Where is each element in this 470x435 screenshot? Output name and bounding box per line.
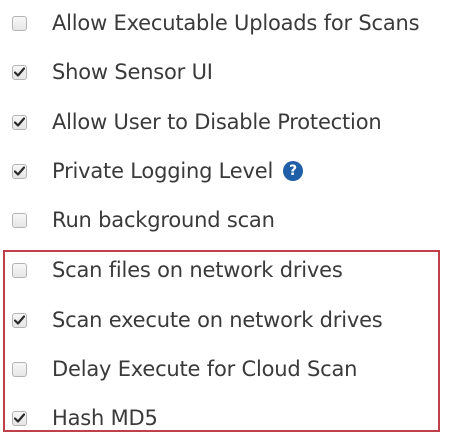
checkbox[interactable]	[12, 212, 27, 228]
checkbox[interactable]	[12, 15, 27, 31]
option-allow-disable-protection[interactable]: Allow User to Disable Protection	[12, 107, 382, 137]
option-run-background-scan[interactable]: Run background scan	[12, 205, 275, 235]
help-icon[interactable]: ?	[283, 161, 304, 181]
option-label: Run background scan	[52, 208, 275, 232]
option-label: Show Sensor UI	[52, 60, 213, 84]
option-private-logging-level[interactable]: Private Logging Level ?	[12, 156, 304, 186]
option-show-sensor-ui[interactable]: Show Sensor UI	[12, 57, 213, 87]
checkmark-icon	[14, 117, 25, 127]
option-label: Private Logging Level	[52, 159, 274, 183]
checkbox[interactable]	[12, 114, 27, 130]
checkbox[interactable]	[12, 163, 27, 179]
checkbox[interactable]	[12, 64, 27, 80]
option-label: Allow Executable Uploads for Scans	[52, 11, 420, 35]
highlight-box	[3, 250, 440, 432]
checkmark-icon	[14, 166, 25, 176]
option-allow-executable-uploads[interactable]: Allow Executable Uploads for Scans	[12, 8, 420, 38]
checkmark-icon	[14, 67, 25, 77]
option-label: Allow User to Disable Protection	[52, 110, 382, 134]
